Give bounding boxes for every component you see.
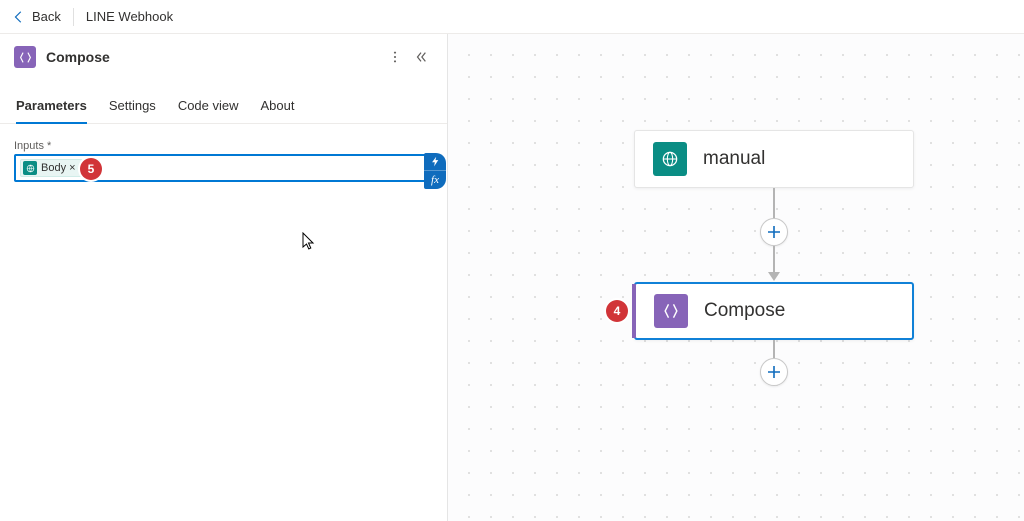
back-label: Back <box>32 9 61 24</box>
designer-canvas[interactable]: manual Compose 4 <box>448 34 1024 521</box>
token-label: Body × <box>41 162 76 174</box>
tab-code-view[interactable]: Code view <box>178 90 239 123</box>
plus-icon <box>766 224 782 240</box>
compose-action-icon <box>14 46 36 68</box>
edge-line <box>773 188 775 218</box>
mouse-cursor-icon <box>302 232 316 252</box>
lightning-icon <box>430 156 441 167</box>
annotation-marker-5: 5 <box>80 158 102 180</box>
dynamic-content-button[interactable] <box>424 153 446 171</box>
node-label: manual <box>703 148 765 170</box>
plus-icon <box>766 364 782 380</box>
panel-title: Compose <box>46 49 382 65</box>
collapse-panel-button[interactable] <box>408 44 434 70</box>
arrow-head-icon <box>768 272 780 281</box>
more-menu-button[interactable] <box>382 44 408 70</box>
trigger-node-manual[interactable]: manual <box>634 130 914 188</box>
add-step-button-1[interactable] <box>760 218 788 246</box>
selection-accent <box>632 284 636 338</box>
http-trigger-icon <box>653 142 687 176</box>
panel-tabs: Parameters Settings Code view About <box>0 90 448 124</box>
more-vertical-icon <box>388 50 402 64</box>
node-label: Compose <box>704 300 785 322</box>
expression-button[interactable]: fx <box>424 171 446 189</box>
action-node-compose[interactable]: Compose 4 <box>634 282 914 340</box>
edge-line <box>773 340 775 358</box>
divider <box>73 8 74 26</box>
fx-icon: fx <box>431 174 439 186</box>
compose-node-icon <box>654 294 688 328</box>
globe-icon <box>23 161 37 175</box>
body-token[interactable]: Body × <box>20 159 83 177</box>
chevron-double-left-icon <box>414 50 428 64</box>
back-button[interactable]: Back <box>12 9 61 24</box>
properties-panel: Compose Parameters Settings Code view Ab… <box>0 34 448 521</box>
tab-about[interactable]: About <box>261 90 295 123</box>
tab-settings[interactable]: Settings <box>109 90 156 123</box>
edge-line <box>773 246 775 272</box>
add-step-button-2[interactable] <box>760 358 788 386</box>
tab-parameters[interactable]: Parameters <box>16 90 87 123</box>
inputs-field-label: Inputs * <box>14 140 434 152</box>
annotation-marker-4: 4 <box>606 300 628 322</box>
inputs-field[interactable]: Body × <box>14 154 434 182</box>
workflow-title: LINE Webhook <box>86 9 173 24</box>
arrow-left-icon <box>12 10 26 24</box>
